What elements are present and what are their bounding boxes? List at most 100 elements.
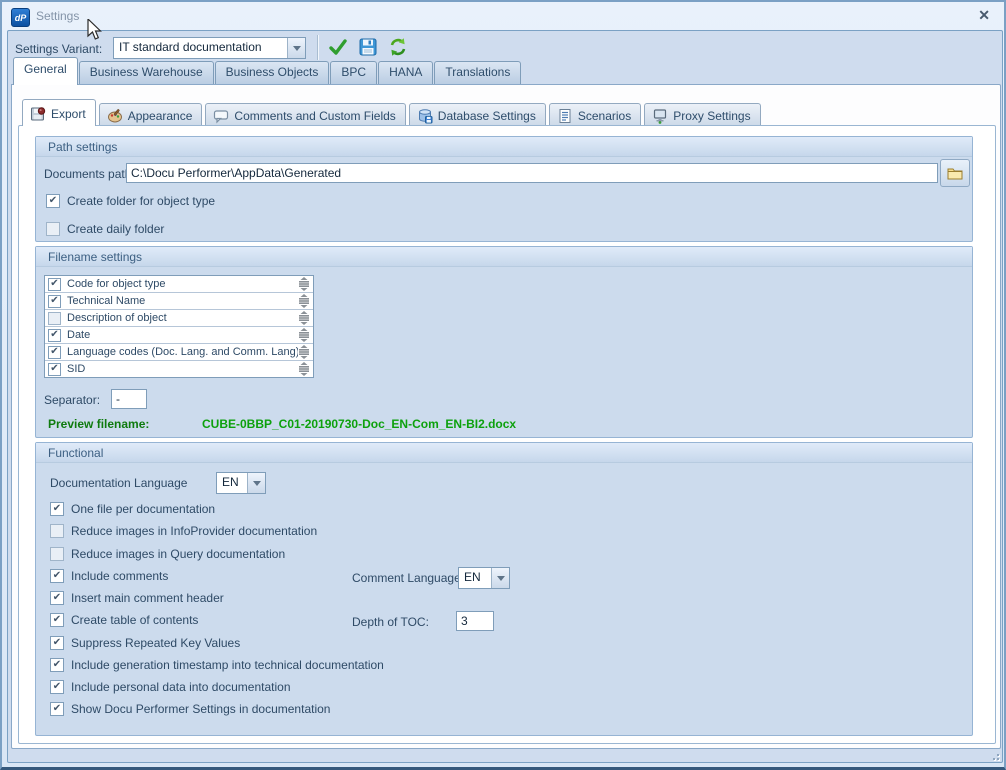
checkbox-label: Create daily folder xyxy=(67,222,164,236)
subtab-database-settings[interactable]: Database Settings xyxy=(409,103,546,126)
tab-business-objects[interactable]: Business Objects xyxy=(215,61,330,85)
resize-grip[interactable] xyxy=(987,748,999,760)
list-item-sid[interactable]: SID xyxy=(45,361,313,377)
subtab-scenarios[interactable]: Scenarios xyxy=(549,103,641,126)
filename-settings-header: Filename settings xyxy=(36,247,972,267)
list-item-language-codes[interactable]: Language codes (Doc. Lang. and Comm. Lan… xyxy=(45,344,313,361)
separator-label: Separator: xyxy=(44,393,100,407)
checkbox-box[interactable] xyxy=(48,329,61,342)
apply-icon[interactable] xyxy=(328,37,348,57)
checkbox-insert-main-comment-header[interactable]: Insert main comment header xyxy=(50,591,224,605)
checkbox-box[interactable] xyxy=(50,636,64,650)
comment-language-combobox[interactable]: EN xyxy=(458,567,510,589)
refresh-icon[interactable] xyxy=(388,37,408,57)
checkbox-label: Include generation timestamp into techni… xyxy=(71,658,384,672)
appearance-icon xyxy=(107,108,123,124)
checkbox-box[interactable] xyxy=(50,524,64,538)
checkbox-box[interactable] xyxy=(48,278,61,291)
checkbox-box[interactable] xyxy=(46,194,60,208)
checkbox-create-table-of-contents[interactable]: Create table of contents xyxy=(50,613,198,627)
comment-language-value: EN xyxy=(459,568,491,588)
checkbox-box[interactable] xyxy=(48,363,61,376)
list-item-date[interactable]: Date xyxy=(45,327,313,344)
depth-of-toc-input[interactable] xyxy=(456,611,494,631)
list-item-code-for-object-type[interactable]: Code for object type xyxy=(45,276,313,293)
checkbox-box[interactable] xyxy=(50,502,64,516)
documentation-language-value: EN xyxy=(217,473,247,493)
list-item-technical-name[interactable]: Technical Name xyxy=(45,293,313,310)
checkbox-box[interactable] xyxy=(50,680,64,694)
tab-hana[interactable]: HANA xyxy=(378,61,433,85)
checkbox-label: Include personal data into documentation xyxy=(71,680,291,694)
checkbox-box[interactable] xyxy=(50,547,64,561)
checkbox-create-folder-object-type[interactable]: Create folder for object type xyxy=(46,194,215,208)
documentation-language-combobox[interactable]: EN xyxy=(216,472,266,494)
scenarios-icon xyxy=(557,108,573,124)
subtab-appearance[interactable]: Appearance xyxy=(99,103,203,126)
list-item-description-of-object[interactable]: Description of object xyxy=(45,310,313,327)
checkbox-box[interactable] xyxy=(50,658,64,672)
documents-path-label: Documents path: xyxy=(44,167,135,181)
reorder-handle-icon[interactable] xyxy=(298,294,310,308)
reorder-handle-icon[interactable] xyxy=(298,328,310,342)
chevron-down-icon[interactable] xyxy=(491,568,509,588)
browse-folder-button[interactable] xyxy=(940,159,970,187)
checkbox-label: Include comments xyxy=(71,569,168,583)
reorder-handle-icon[interactable] xyxy=(298,277,310,291)
checkbox-box[interactable] xyxy=(48,346,61,359)
reorder-handle-icon[interactable] xyxy=(298,311,310,325)
reorder-handle-icon[interactable] xyxy=(298,362,310,376)
sub-tab-bar: Export Appearance xyxy=(22,101,764,126)
reorder-handle-icon[interactable] xyxy=(298,345,310,359)
subtab-proxy-settings[interactable]: Proxy Settings xyxy=(644,103,760,126)
close-icon[interactable]: ✕ xyxy=(978,7,990,24)
filename-parts-list: Code for object type Technical Name xyxy=(44,275,314,378)
general-tab-page: Export Appearance xyxy=(11,84,1001,749)
chevron-down-icon[interactable] xyxy=(247,473,265,493)
checkbox-show-docu-performer-settings[interactable]: Show Docu Performer Settings in document… xyxy=(50,702,330,716)
subtab-comments[interactable]: Comments and Custom Fields xyxy=(205,103,405,126)
save-icon[interactable] xyxy=(358,37,378,57)
checkbox-create-daily-folder[interactable]: Create daily folder xyxy=(46,222,164,236)
checkbox-box[interactable] xyxy=(50,702,64,716)
subtab-export[interactable]: Export xyxy=(22,99,96,126)
chevron-down-icon[interactable] xyxy=(287,38,305,58)
mouse-cursor xyxy=(87,19,107,41)
checkbox-label: Reduce images in InfoProvider documentat… xyxy=(71,524,317,538)
subtab-appearance-label: Appearance xyxy=(128,109,193,123)
checkbox-box[interactable] xyxy=(50,591,64,605)
subtab-export-label: Export xyxy=(51,107,86,121)
settings-variant-combobox[interactable]: IT standard documentation xyxy=(113,37,306,59)
path-settings-group: Path settings Documents path: Create fol… xyxy=(35,136,973,242)
tab-translations[interactable]: Translations xyxy=(434,61,521,85)
checkbox-include-generation-timestamp[interactable]: Include generation timestamp into techni… xyxy=(50,658,384,672)
preview-filename-label: Preview filename: xyxy=(48,417,149,431)
checkbox-box[interactable] xyxy=(50,613,64,627)
documentation-language-label: Documentation Language xyxy=(50,476,187,490)
checkbox-include-comments[interactable]: Include comments xyxy=(50,569,168,583)
list-item-label: Technical Name xyxy=(67,295,298,307)
checkbox-box[interactable] xyxy=(46,222,60,236)
functional-group: Functional Documentation Language EN One… xyxy=(35,442,973,736)
checkbox-include-personal-data[interactable]: Include personal data into documentation xyxy=(50,680,291,694)
settings-variant-value: IT standard documentation xyxy=(114,38,287,58)
checkbox-box[interactable] xyxy=(50,569,64,583)
checkbox-box[interactable] xyxy=(48,312,61,325)
comment-language-label: Comment Language xyxy=(352,571,461,585)
proxy-icon xyxy=(652,108,668,124)
tab-business-warehouse[interactable]: Business Warehouse xyxy=(79,61,214,85)
toolbar-separator xyxy=(317,35,319,60)
checkbox-suppress-repeated-key-values[interactable]: Suppress Repeated Key Values xyxy=(50,636,240,650)
tab-bpc[interactable]: BPC xyxy=(330,61,377,85)
subtab-scenarios-label: Scenarios xyxy=(578,109,631,123)
documents-path-input[interactable] xyxy=(126,163,938,183)
checkbox-box[interactable] xyxy=(48,295,61,308)
title-bar: dP Settings ✕ xyxy=(2,2,1004,30)
checkbox-one-file-per-documentation[interactable]: One file per documentation xyxy=(50,502,215,516)
checkbox-reduce-images-infoprovider[interactable]: Reduce images in InfoProvider documentat… xyxy=(50,524,317,538)
separator-input[interactable] xyxy=(111,389,147,409)
checkbox-label: Insert main comment header xyxy=(71,591,224,605)
checkbox-reduce-images-query[interactable]: Reduce images in Query documentation xyxy=(50,547,285,561)
settings-variant-label: Settings Variant: xyxy=(15,42,102,56)
tab-general[interactable]: General xyxy=(13,57,78,85)
